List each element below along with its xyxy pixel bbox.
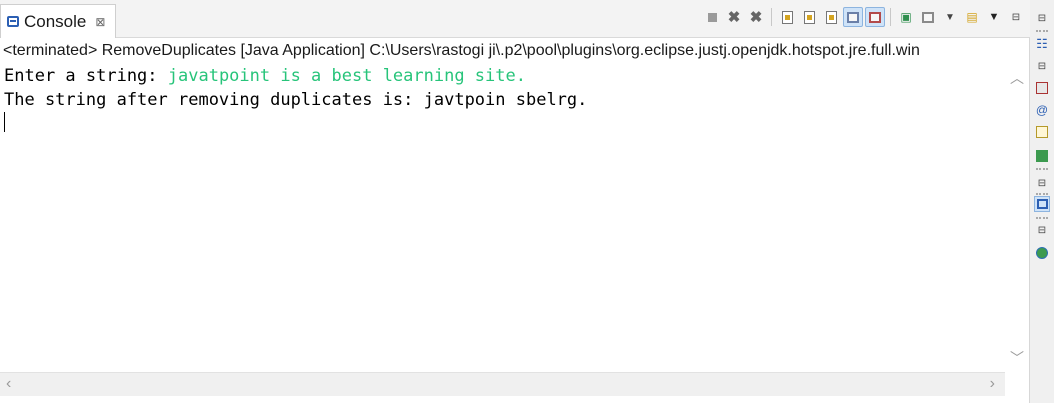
toolbar-separator (771, 8, 772, 26)
scroll-up-icon[interactable]: ︿ (1010, 68, 1024, 88)
clear-console-icon (781, 10, 793, 24)
display-console-dropdown[interactable]: ▼ (940, 7, 960, 27)
close-icon[interactable]: ⊠ (95, 15, 105, 29)
scroll-lock-button[interactable] (799, 7, 819, 27)
side-trim-stack: ⊟ ☷ ⊟ @ ⊟ ⊟ (1030, 0, 1054, 403)
debug-icon[interactable] (1034, 245, 1050, 261)
text-cursor (4, 112, 5, 132)
pin-console-button[interactable]: ▣ (896, 7, 916, 27)
scroll-lock-icon (803, 10, 815, 24)
trim-separator (1036, 168, 1048, 172)
show-on-stdout-toggle[interactable] (843, 7, 863, 27)
trim-separator (1036, 217, 1048, 221)
progress-icon[interactable] (1034, 148, 1050, 164)
declaration-icon[interactable] (1034, 124, 1050, 140)
restore-icon[interactable]: ⊟ (1034, 58, 1050, 74)
tab-console[interactable]: Console ⊠ (0, 4, 116, 38)
show-on-stderr-toggle[interactable] (865, 7, 885, 27)
remove-launch-button[interactable]: ✖ (724, 7, 744, 27)
console-line: Enter a string: javatpoint is a best lea… (0, 64, 1005, 88)
console-user-input: javatpoint is a best learning site. (167, 66, 526, 86)
pin-console-icon: ▣ (900, 10, 912, 24)
console-line: The string after removing duplicates is:… (4, 90, 588, 110)
open-console-button[interactable]: ▤ (962, 7, 982, 27)
trim-separator (1036, 30, 1048, 34)
console-toolbar: ✖ ✖ ▣ ▼ ▤ ▼ ⊟ (702, 6, 1026, 28)
restore-icon[interactable]: ⊟ (1034, 222, 1050, 238)
console-output[interactable]: Enter a string: javatpoint is a best lea… (0, 64, 1005, 372)
toolbar-separator (890, 8, 891, 26)
process-status-label: <terminated> RemoveDuplicates [Java Appl… (3, 42, 920, 59)
chevron-down-icon: ▼ (945, 11, 955, 23)
scroll-right-icon[interactable]: › (990, 375, 995, 393)
clear-console-button[interactable] (777, 7, 797, 27)
display-selected-console-button[interactable] (918, 7, 938, 27)
remove-launch-icon: ✖ (727, 9, 741, 26)
view-menu-button[interactable]: ▼ (984, 7, 1004, 27)
open-console-icon: ▤ (966, 10, 978, 24)
horizontal-scrollbar[interactable]: ‹ › (0, 372, 1005, 396)
terminate-icon (707, 12, 717, 22)
problems-icon[interactable] (1034, 80, 1050, 96)
console-view: Console ⊠ ✖ ✖ ▣ ▼ ▤ ▼ ⊟ <terminated> Rem… (0, 0, 1030, 403)
scroll-left-icon[interactable]: ‹ (6, 375, 11, 393)
tab-console-label: Console (24, 11, 87, 31)
display-selected-console-icon (922, 11, 934, 23)
outline-icon[interactable]: ☷ (1034, 36, 1050, 52)
restore-icon[interactable]: ⊟ (1034, 10, 1050, 26)
console-icon[interactable] (1034, 196, 1050, 212)
terminate-button[interactable] (702, 7, 722, 27)
remove-all-terminated-icon: ✖ (749, 9, 763, 26)
minimize-icon: ⊟ (1011, 11, 1021, 23)
view-tab-bar: Console ⊠ ✖ ✖ ▣ ▼ ▤ ▼ ⊟ (0, 0, 1030, 38)
word-wrap-icon (825, 10, 837, 24)
javadoc-icon[interactable]: @ (1034, 102, 1050, 118)
console-prompt-text: Enter a string: (4, 66, 168, 86)
view-menu-chevron-icon: ▼ (988, 11, 1000, 23)
scroll-down-icon[interactable]: ﹀ (1010, 348, 1024, 368)
console-icon (7, 16, 19, 27)
remove-all-terminated-button[interactable]: ✖ (746, 7, 766, 27)
show-on-stderr-icon (869, 11, 881, 23)
minimize-button[interactable]: ⊟ (1006, 7, 1026, 27)
show-on-stdout-icon (847, 11, 859, 23)
vertical-scrollbar[interactable]: ︿ ﹀ (1005, 64, 1029, 372)
restore-icon[interactable]: ⊟ (1034, 175, 1050, 191)
word-wrap-button[interactable] (821, 7, 841, 27)
